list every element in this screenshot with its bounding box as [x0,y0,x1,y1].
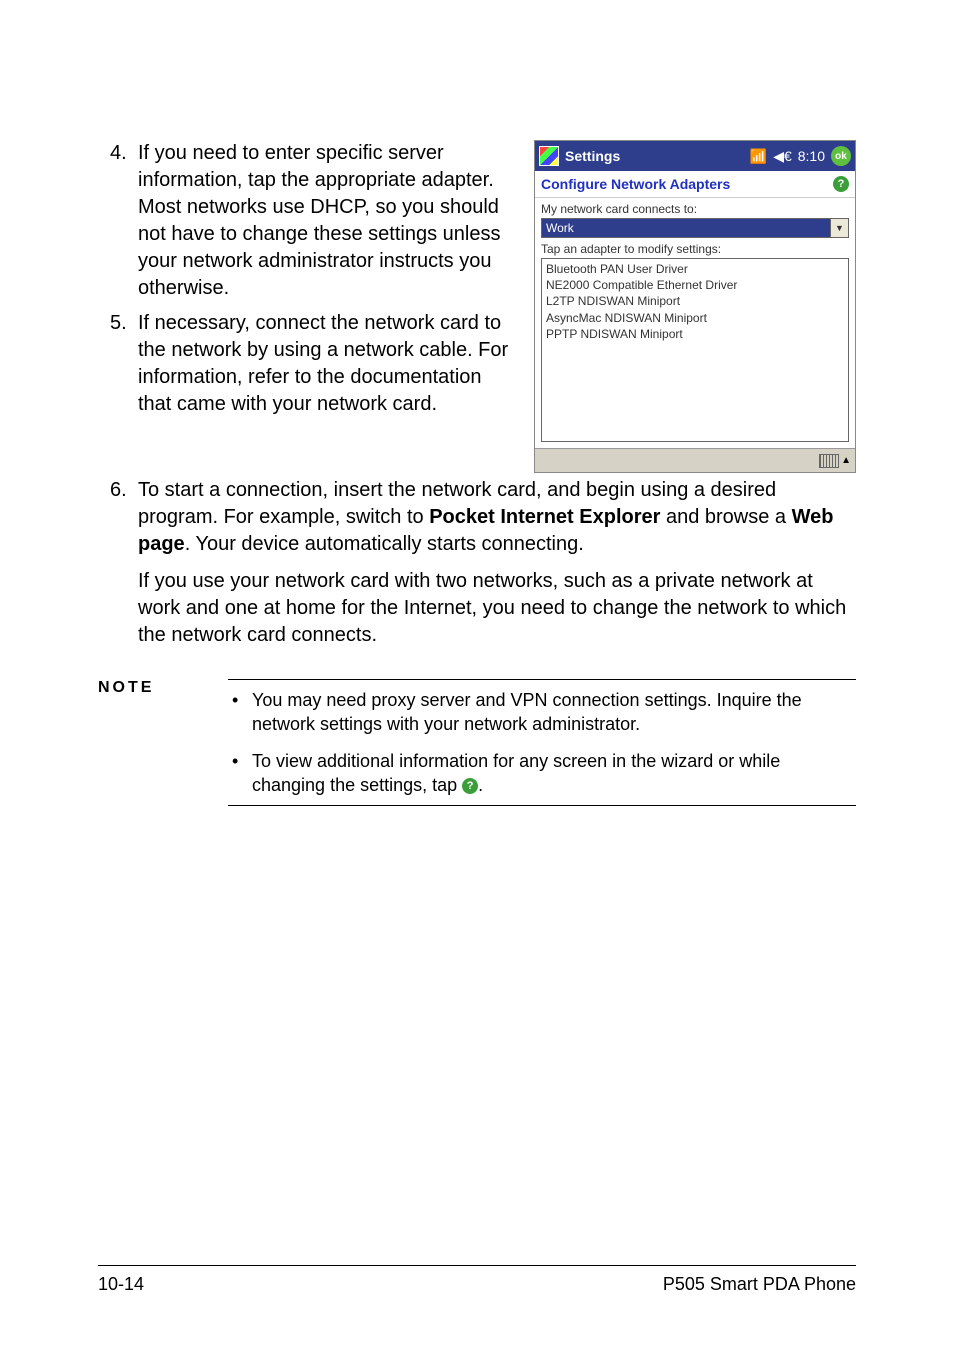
tap-adapter-label: Tap an adapter to modify settings: [541,242,849,256]
help-icon[interactable]: ? [833,176,849,192]
page-number: 10-14 [98,1274,144,1295]
status-icons: 📶 ◀€ 8:10 [750,148,825,165]
ok-button[interactable]: ok [831,146,851,166]
step-4-text: If you need to enter specific server inf… [138,142,500,299]
note-item-2: To view additional information for any s… [228,749,856,798]
note-label: NOTE [98,679,208,806]
titlebar: Settings 📶 ◀€ 8:10 ok [535,141,855,171]
step-5-text: If necessary, connect the network card t… [138,312,508,415]
keyboard-icon[interactable] [819,454,839,468]
network-dropdown[interactable]: Work ▼ [541,218,849,238]
chevron-down-icon[interactable]: ▼ [830,219,848,237]
product-name: P505 Smart PDA Phone [663,1274,856,1295]
subheader-title: Configure Network Adapters [541,176,730,192]
list-item[interactable]: Bluetooth PAN User Driver [546,261,844,277]
step-4: 4.If you need to enter specific server i… [138,140,516,302]
volume-icon: ◀€ [773,148,792,165]
list-item[interactable]: NE2000 Compatible Ethernet Driver [546,277,844,293]
note-content: You may need proxy server and VPN connec… [228,679,856,806]
connects-to-label: My network card connects to: [541,202,849,216]
note-item-1: You may need proxy server and VPN connec… [228,688,856,737]
device-bottombar: ▲ [535,448,855,472]
dropdown-value: Work [542,219,830,237]
step-5: 5.If necessary, connect the network card… [138,310,516,418]
window-title: Settings [565,148,750,164]
step-6-bold1: Pocket Internet Explorer [429,506,660,528]
adapter-listbox[interactable]: Bluetooth PAN User Driver NE2000 Compati… [541,258,849,442]
page-footer: 10-14 P505 Smart PDA Phone [98,1265,856,1295]
subheader: Configure Network Adapters ? [535,171,855,198]
device-body: My network card connects to: Work ▼ Tap … [535,198,855,448]
up-caret-icon[interactable]: ▲ [841,455,851,466]
paragraph-2: If you use your network card with two ne… [98,568,856,649]
signal-icon: 📶 [750,148,767,165]
step-6-post: . Your device automatically starts conne… [185,533,584,555]
step-6: 6.To start a connection, insert the netw… [138,477,856,558]
list-item[interactable]: L2TP NDISWAN Miniport [546,293,844,309]
help-icon: ? [462,778,478,794]
list-item[interactable]: PPTP NDISWAN Miniport [546,326,844,342]
device-screenshot: Settings 📶 ◀€ 8:10 ok Configure Network … [534,140,856,473]
clock-text: 8:10 [798,148,825,164]
step-6-mid: and browse a [660,506,791,528]
windows-icon [539,146,559,166]
list-item[interactable]: AsyncMac NDISWAN Miniport [546,310,844,326]
